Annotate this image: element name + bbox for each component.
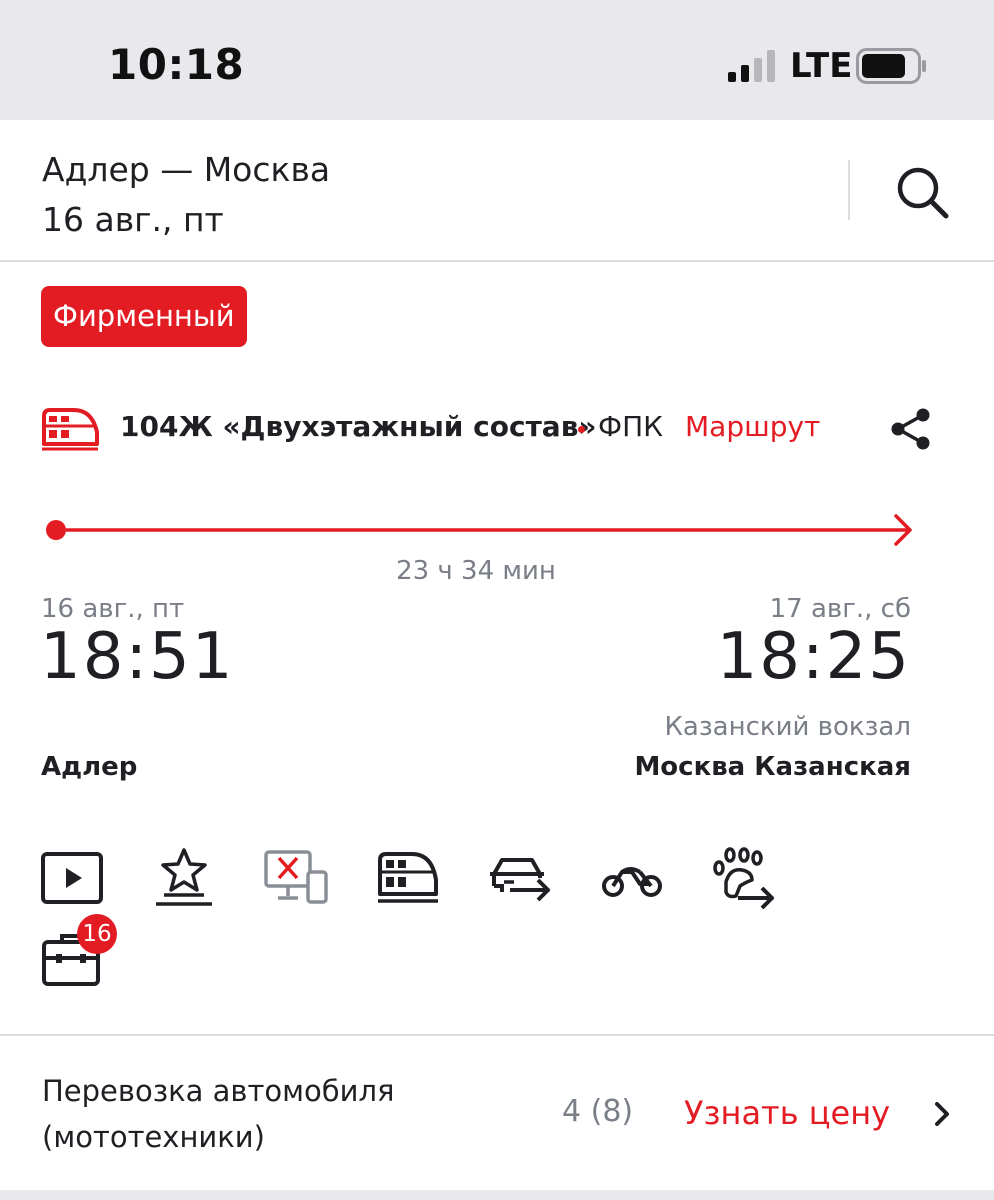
luggage-count-badge: 16 — [77, 914, 117, 954]
motorcycle-icon — [602, 867, 662, 897]
train-carrier: ФПК — [598, 410, 664, 443]
double-decker-train-icon — [378, 852, 438, 903]
route-title[interactable]: Адлер — Москва — [42, 150, 330, 189]
car-transport-count: 4 (8) — [562, 1094, 634, 1129]
status-time: 10:18 — [108, 40, 245, 89]
car-transport-title: Перевозка автомобиля (мототехники) — [42, 1074, 395, 1154]
arrival-city: Москва Казанская — [634, 752, 911, 782]
brand-train-badge: Фирменный — [41, 286, 247, 347]
amenity-double-decker[interactable] — [376, 846, 440, 910]
signal-strength-icon — [728, 50, 775, 82]
train-name: 104Ж «Двухэтажный состав» — [120, 410, 597, 443]
route-date[interactable]: 16 авг., пт — [42, 200, 224, 239]
network-type: LTE — [790, 46, 853, 86]
header-divider — [848, 160, 850, 220]
no-devices-icon — [264, 850, 328, 904]
car-transport-row[interactable]: Перевозка автомобиля (мототехники) 4 (8)… — [0, 1036, 994, 1190]
search-icon — [897, 167, 949, 219]
bottom-strip — [0, 1190, 994, 1200]
status-bar: 10:18 LTE — [0, 0, 994, 120]
amenity-video[interactable] — [40, 846, 104, 910]
arrival-time: 18:25 — [716, 620, 911, 694]
star-award-icon — [156, 848, 212, 906]
video-play-icon — [41, 852, 103, 904]
search-summary-header: Адлер — Москва 16 авг., пт — [0, 120, 994, 262]
search-button[interactable] — [890, 160, 954, 224]
trip-timeline — [46, 514, 912, 546]
get-price-link[interactable]: Узнать цену — [684, 1094, 890, 1132]
train-info-row: 104Ж «Двухэтажный состав» ФПК Маршрут — [40, 398, 950, 458]
amenity-car-transport[interactable] — [488, 846, 552, 910]
arrival-station: Казанский вокзал — [664, 712, 911, 742]
departure-time: 18:51 — [40, 620, 235, 694]
amenity-pets[interactable] — [712, 846, 776, 910]
pet-transport-icon — [713, 847, 774, 910]
car-transport-icon — [490, 858, 550, 902]
share-button[interactable] — [888, 406, 934, 452]
departure-city: Адлер — [41, 752, 138, 782]
trip-duration: 23 ч 34 мин — [396, 556, 556, 586]
share-icon — [891, 408, 930, 450]
chevron-right-icon — [935, 1102, 949, 1126]
separator-dot — [578, 426, 585, 433]
amenity-no-devices[interactable] — [264, 846, 328, 910]
double-decker-train-icon — [42, 408, 99, 451]
amenity-star[interactable] — [152, 846, 216, 910]
battery-icon — [856, 48, 926, 84]
amenity-motorcycle[interactable] — [600, 846, 664, 910]
route-link[interactable]: Маршрут — [685, 410, 820, 443]
